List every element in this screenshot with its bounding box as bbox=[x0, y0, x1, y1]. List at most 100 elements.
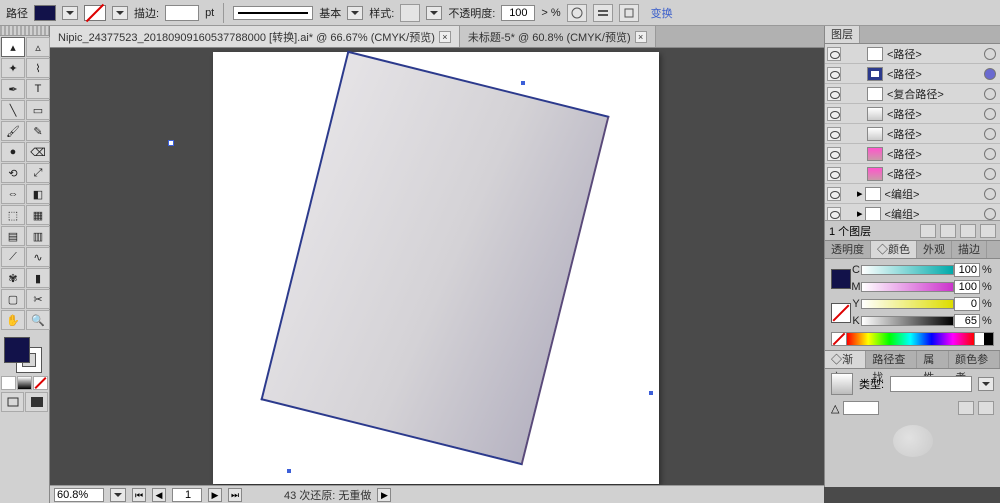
lock-slot[interactable] bbox=[843, 147, 855, 161]
value-black[interactable]: 65 bbox=[954, 314, 980, 328]
visibility-icon[interactable] bbox=[827, 47, 841, 61]
visibility-icon[interactable] bbox=[827, 167, 841, 181]
target-icon[interactable] bbox=[984, 168, 996, 180]
pencil-tool[interactable]: ✎ bbox=[26, 121, 50, 141]
layer-row[interactable]: ▸<编组> bbox=[825, 184, 1000, 204]
rotate-tool[interactable]: ⟲ bbox=[1, 163, 25, 183]
delete-layer-icon[interactable] bbox=[980, 224, 996, 238]
stroke-dropdown[interactable] bbox=[112, 6, 128, 20]
zoom-field[interactable]: 60.8% bbox=[54, 488, 104, 502]
lock-slot[interactable] bbox=[843, 47, 855, 61]
lock-slot[interactable] bbox=[843, 207, 855, 221]
color-mode-solid[interactable] bbox=[1, 376, 16, 390]
last-artboard-icon[interactable]: ⏭ bbox=[228, 488, 242, 502]
hand-tool[interactable]: ✋ bbox=[1, 310, 25, 330]
slider-yellow[interactable] bbox=[861, 299, 954, 309]
gradient-options-icon[interactable] bbox=[978, 401, 994, 415]
anchor-point[interactable] bbox=[648, 390, 654, 396]
expand-icon[interactable]: ▸ bbox=[857, 207, 863, 220]
layer-row[interactable]: <复合路径> bbox=[825, 84, 1000, 104]
new-layer-icon[interactable] bbox=[960, 224, 976, 238]
brush-field[interactable] bbox=[233, 6, 313, 20]
lock-slot[interactable] bbox=[843, 87, 855, 101]
column-graph-tool[interactable]: ▮ bbox=[26, 268, 50, 288]
gradient-swatch[interactable] bbox=[831, 373, 853, 395]
prev-artboard-icon[interactable]: ◀ bbox=[152, 488, 166, 502]
stroke-weight-field[interactable] bbox=[165, 5, 199, 21]
target-icon[interactable] bbox=[984, 128, 996, 140]
gradient-type-field[interactable] bbox=[890, 376, 972, 392]
lasso-tool[interactable]: ⌇ bbox=[26, 58, 50, 78]
visibility-icon[interactable] bbox=[827, 107, 841, 121]
spectrum-bar[interactable] bbox=[847, 332, 974, 346]
slider-cyan[interactable] bbox=[861, 265, 954, 275]
status-expand-icon[interactable]: ▶ bbox=[377, 488, 391, 502]
selection-tool[interactable]: ▴ bbox=[1, 37, 25, 57]
expand-icon[interactable]: ▸ bbox=[857, 187, 863, 200]
mesh-tool[interactable]: ▤ bbox=[1, 226, 25, 246]
next-artboard-icon[interactable]: ▶ bbox=[208, 488, 222, 502]
color-spectrum[interactable] bbox=[831, 332, 994, 346]
color-mode-gradient[interactable] bbox=[17, 376, 32, 390]
tab-transparency[interactable]: 透明度 bbox=[825, 241, 871, 258]
visibility-icon[interactable] bbox=[827, 147, 841, 161]
shape-builder-tool[interactable]: ⬚ bbox=[1, 205, 25, 225]
first-artboard-icon[interactable]: ⏮ bbox=[132, 488, 146, 502]
lock-slot[interactable] bbox=[843, 67, 855, 81]
fill-preview[interactable] bbox=[831, 269, 851, 289]
layer-row[interactable]: <路径> bbox=[825, 144, 1000, 164]
panel-grip[interactable] bbox=[0, 26, 49, 36]
stroke-preview[interactable] bbox=[831, 303, 851, 323]
black-white-icon[interactable] bbox=[974, 332, 994, 346]
layer-row[interactable]: ▸<编组> bbox=[825, 204, 1000, 220]
width-tool[interactable]: ⇔ bbox=[1, 184, 25, 204]
target-icon[interactable] bbox=[984, 208, 996, 220]
slider-black[interactable] bbox=[861, 316, 954, 326]
direct-selection-tool[interactable]: ▵ bbox=[26, 37, 50, 57]
reverse-gradient-icon[interactable] bbox=[958, 401, 974, 415]
stroke-swatch[interactable] bbox=[84, 5, 106, 21]
value-magenta[interactable]: 100 bbox=[954, 280, 980, 294]
scale-tool[interactable]: ⤢ bbox=[26, 163, 50, 183]
artboard-number-field[interactable]: 1 bbox=[172, 488, 202, 502]
lock-slot[interactable] bbox=[843, 127, 855, 141]
none-icon[interactable] bbox=[831, 332, 847, 346]
eraser-tool[interactable]: ⌫ bbox=[26, 142, 50, 162]
fill-stroke-control[interactable] bbox=[0, 335, 48, 375]
gradient-tool[interactable]: ▥ bbox=[26, 226, 50, 246]
visibility-icon[interactable] bbox=[827, 127, 841, 141]
anchor-point[interactable] bbox=[286, 468, 292, 474]
tab-color[interactable]: ◇颜色 bbox=[871, 241, 917, 258]
free-transform-tool[interactable]: ◧ bbox=[26, 184, 50, 204]
tab-layers[interactable]: 图层 bbox=[825, 26, 860, 43]
fill-color-box[interactable] bbox=[4, 337, 30, 363]
target-icon[interactable] bbox=[984, 188, 996, 200]
slider-magenta[interactable] bbox=[861, 282, 954, 292]
blend-tool[interactable]: ∿ bbox=[26, 247, 50, 267]
pen-tool[interactable]: ✒ bbox=[1, 79, 25, 99]
layer-row[interactable]: <路径> bbox=[825, 44, 1000, 64]
transform-icon[interactable] bbox=[619, 4, 639, 22]
align-icon[interactable] bbox=[593, 4, 613, 22]
lock-slot[interactable] bbox=[843, 167, 855, 181]
value-cyan[interactable]: 100 bbox=[954, 263, 980, 277]
slice-tool[interactable]: ✂ bbox=[26, 289, 50, 309]
eyedropper-tool[interactable]: ⟋ bbox=[1, 247, 25, 267]
opacity-field[interactable]: 100 bbox=[501, 5, 535, 21]
target-icon[interactable] bbox=[984, 48, 996, 60]
visibility-icon[interactable] bbox=[827, 67, 841, 81]
canvas-area[interactable] bbox=[50, 48, 824, 487]
transform-link[interactable]: 变换 bbox=[651, 5, 673, 21]
new-sublayer-icon[interactable] bbox=[940, 224, 956, 238]
lock-slot[interactable] bbox=[843, 187, 855, 201]
tab-attributes[interactable]: 属性 bbox=[917, 351, 949, 368]
target-icon[interactable] bbox=[984, 108, 996, 120]
value-yellow[interactable]: 0 bbox=[954, 297, 980, 311]
zoom-dropdown[interactable] bbox=[110, 488, 126, 502]
document-tab[interactable]: Nipic_24377523_20180909160537788000 [转换]… bbox=[50, 26, 460, 47]
layer-row[interactable]: <路径> bbox=[825, 164, 1000, 184]
tab-color-guide[interactable]: 颜色参考 bbox=[949, 351, 1000, 368]
fill-swatch[interactable] bbox=[34, 5, 56, 21]
tab-gradient[interactable]: ◇渐变 bbox=[825, 351, 866, 368]
tab-appearance[interactable]: 外观 bbox=[917, 241, 952, 258]
